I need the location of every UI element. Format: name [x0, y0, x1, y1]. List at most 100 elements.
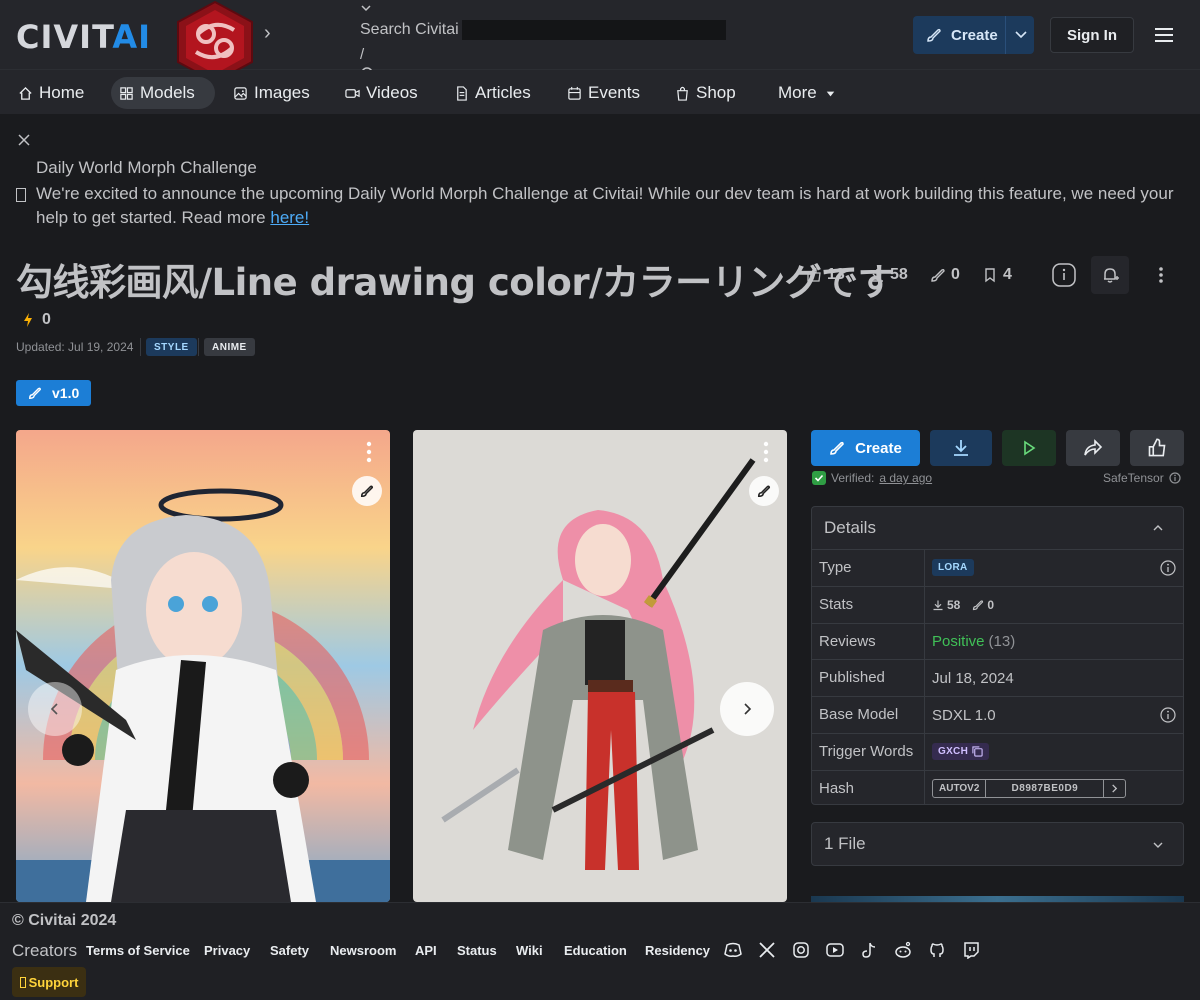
hash-next-button[interactable]	[1104, 780, 1125, 797]
hamburger-menu-icon[interactable]	[1154, 26, 1174, 44]
main-nav: Home Models Images Videos Articles Event…	[0, 70, 1200, 114]
info-icon[interactable]	[1160, 560, 1176, 576]
preview-image-2[interactable]	[413, 430, 787, 902]
vertical-dots-icon[interactable]	[362, 440, 376, 464]
trigger-word-value: GXCH	[938, 746, 969, 758]
footer-link-education[interactable]: Education	[564, 943, 627, 958]
trigger-word-chip[interactable]: GXCH	[932, 743, 990, 761]
carousel-next-button[interactable]	[720, 682, 774, 736]
buzz-row[interactable]: 0	[22, 311, 51, 329]
footer-link-newsroom[interactable]: Newsroom	[330, 943, 396, 958]
download-button[interactable]	[930, 430, 992, 466]
notify-button[interactable]	[1091, 256, 1129, 294]
buzz-count: 0	[42, 311, 51, 328]
files-accordion[interactable]: 1 File	[811, 822, 1184, 866]
play-button[interactable]	[1002, 430, 1056, 466]
download-icon	[933, 600, 943, 610]
verified-label: Verified:	[831, 471, 875, 485]
chevron-right-icon[interactable]: ›	[264, 22, 271, 45]
reddit-icon[interactable]	[894, 941, 912, 959]
nav-models-label: Models	[140, 83, 195, 102]
footer-link-api[interactable]: API	[415, 943, 437, 958]
nav-events[interactable]: Events	[559, 77, 648, 109]
support-button[interactable]: Support	[12, 967, 86, 997]
sign-in-button[interactable]: Sign In	[1050, 17, 1134, 53]
nav-models[interactable]: Models	[111, 77, 215, 109]
share-button[interactable]	[1066, 430, 1120, 466]
carousel-prev-button[interactable]	[28, 682, 82, 736]
illustration-girl-with-sword	[441, 458, 756, 870]
youtube-icon[interactable]	[826, 941, 844, 959]
version-button[interactable]: v1.0	[16, 380, 91, 406]
tag-style[interactable]: STYLE	[146, 338, 197, 356]
reviews-value[interactable]: Positive	[932, 633, 985, 650]
hash-algo: AUTOV2	[933, 780, 987, 798]
trigger-words-key: Trigger Words	[819, 743, 914, 760]
illustration-girl-with-rifle	[16, 488, 390, 902]
discord-icon[interactable]	[724, 941, 742, 959]
caret-down-icon	[826, 91, 834, 96]
footer-link-privacy[interactable]: Privacy	[204, 943, 250, 958]
more-options-button[interactable]	[1142, 256, 1180, 294]
downloads-count: 58	[890, 266, 908, 283]
search-placeholder[interactable]: Search Civitai	[360, 21, 459, 39]
announcement-link[interactable]: here!	[270, 208, 309, 227]
chevron-up-icon[interactable]	[1151, 521, 1165, 535]
remix-button[interactable]	[749, 476, 779, 506]
search-shortcut: /	[360, 46, 365, 63]
header-create-button[interactable]: Create	[913, 16, 1034, 54]
downloads-stat: 58	[869, 266, 908, 284]
close-icon[interactable]	[17, 133, 31, 147]
base-model-value: SDXL 1.0	[932, 706, 996, 724]
chevron-down-icon[interactable]	[1013, 26, 1029, 42]
search-area[interactable]: Search Civitai /	[358, 0, 728, 82]
stats-downloads: 58	[932, 598, 960, 612]
version-label: v1.0	[52, 385, 80, 401]
nav-videos-label: Videos	[366, 83, 418, 102]
nav-shop-label: Shop	[696, 83, 736, 102]
like-button[interactable]	[1130, 430, 1184, 466]
footer-creators-link[interactable]: Creators	[12, 941, 77, 961]
nav-home[interactable]: Home	[10, 77, 92, 109]
bell-plus-icon	[1104, 268, 1119, 283]
nav-more[interactable]: More	[770, 77, 846, 109]
remix-button[interactable]	[352, 476, 382, 506]
tiktok-icon[interactable]	[860, 941, 878, 959]
chevron-down-icon[interactable]	[360, 2, 372, 14]
instagram-icon[interactable]	[792, 941, 810, 959]
search-input[interactable]	[462, 20, 726, 40]
create-with-model-button[interactable]: Create	[811, 430, 920, 466]
chevron-down-icon[interactable]	[1151, 838, 1165, 852]
hash-box[interactable]: AUTOV2 D8987BE0D9	[932, 779, 1127, 799]
info-icon[interactable]	[1160, 707, 1176, 723]
details-header[interactable]: Details	[812, 507, 1183, 549]
footer-link-safety[interactable]: Safety	[270, 943, 309, 958]
info-icon[interactable]	[1169, 472, 1181, 484]
footer-link-wiki[interactable]: Wiki	[516, 943, 543, 958]
x-twitter-icon[interactable]	[758, 941, 776, 959]
footer-link-status[interactable]: Status	[457, 943, 497, 958]
thumbs-up-icon	[807, 267, 821, 282]
details-row-reviews: Reviews Positive (13)	[812, 622, 1183, 660]
nav-images[interactable]: Images	[225, 77, 318, 109]
footer-link-terms[interactable]: Terms of Service	[86, 943, 190, 958]
shield-check-icon	[812, 471, 826, 485]
reviews-count: (13)	[988, 632, 1016, 650]
chevron-left-icon	[50, 703, 58, 715]
file-format: SafeTensor	[1103, 471, 1181, 485]
twitch-icon[interactable]	[962, 941, 980, 959]
tag-anime[interactable]: ANIME	[204, 338, 255, 356]
footer-link-residency[interactable]: Residency	[645, 943, 710, 958]
preview-image-1[interactable]	[16, 430, 390, 902]
verified-time[interactable]: a day ago	[879, 471, 932, 485]
type-key: Type	[819, 559, 852, 576]
nav-articles[interactable]: Articles	[446, 77, 539, 109]
vertical-dots-icon[interactable]	[759, 440, 773, 464]
nav-shop[interactable]: Shop	[667, 77, 744, 109]
nav-videos[interactable]: Videos	[337, 77, 426, 109]
type-value: LORA	[932, 559, 974, 577]
civitai-logo[interactable]: CIVITAI	[16, 18, 151, 56]
logo-text-accent: AI	[112, 18, 152, 56]
github-icon[interactable]	[928, 941, 946, 959]
info-button[interactable]	[1045, 256, 1083, 294]
